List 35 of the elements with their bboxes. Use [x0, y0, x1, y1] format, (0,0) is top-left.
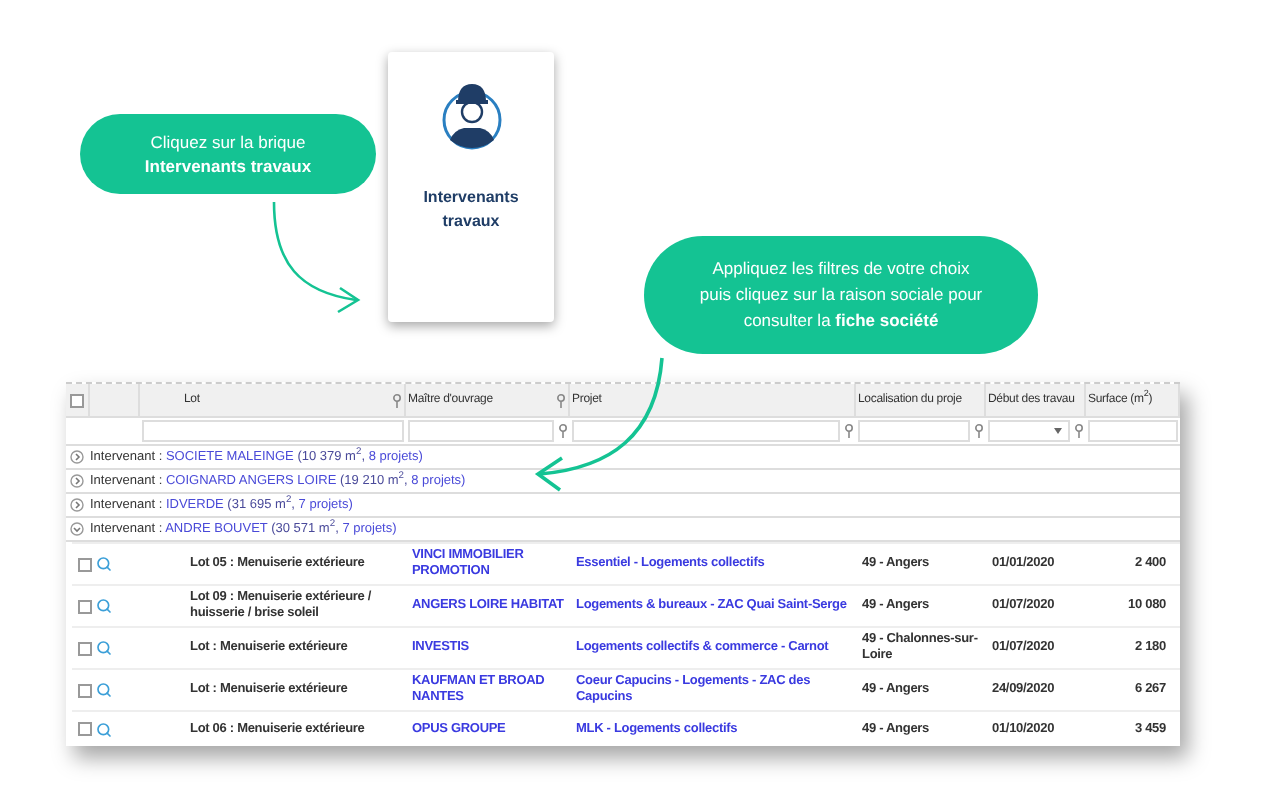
filter-pin-icon[interactable]: [1074, 424, 1084, 438]
callout-text: Appliquez les filtres de votre choix puis cliquez sur la raison sociale pour consulter la fiche société: [699, 256, 983, 334]
filter-field[interactable]: [858, 420, 970, 442]
search-icon[interactable]: [96, 682, 112, 698]
callout-text: Cliquez sur la brique Intervenants travaux: [144, 130, 312, 178]
expand-icon[interactable]: [70, 474, 84, 488]
checkbox[interactable]: [77, 722, 91, 736]
curved-arrow: [272, 201, 361, 314]
search-icon[interactable]: [96, 721, 112, 737]
filter-field[interactable]: [988, 420, 1070, 442]
tile-card[interactable]: Intervenants travaux: [388, 52, 554, 322]
search-icon[interactable]: [96, 598, 112, 614]
expand-icon[interactable]: [70, 498, 84, 512]
filter-pin-icon[interactable]: [974, 424, 984, 438]
filter-pin-icon[interactable]: [844, 424, 854, 438]
tile-title: Intervenants travaux: [421, 186, 521, 234]
filter-field[interactable]: [1088, 420, 1178, 442]
search-icon[interactable]: [96, 640, 112, 656]
checkbox[interactable]: [70, 393, 84, 407]
dropdown-caret-icon[interactable]: [1054, 428, 1062, 434]
expand-icon[interactable]: [70, 450, 84, 464]
filter-pin-icon[interactable]: [556, 393, 566, 407]
checkbox[interactable]: [77, 557, 91, 571]
filter-pin-icon[interactable]: [558, 424, 568, 438]
filter-field[interactable]: [142, 420, 404, 442]
checkbox[interactable]: [77, 641, 91, 655]
checkbox[interactable]: [77, 599, 91, 613]
collapse-icon[interactable]: [70, 522, 84, 536]
checkbox[interactable]: [77, 683, 91, 697]
worker-icon: [441, 78, 501, 152]
filter-field[interactable]: [572, 420, 840, 442]
curved-arrow: [534, 357, 664, 492]
search-icon[interactable]: [96, 556, 112, 572]
filter-field[interactable]: [408, 420, 554, 442]
filter-pin-icon[interactable]: [392, 393, 402, 407]
